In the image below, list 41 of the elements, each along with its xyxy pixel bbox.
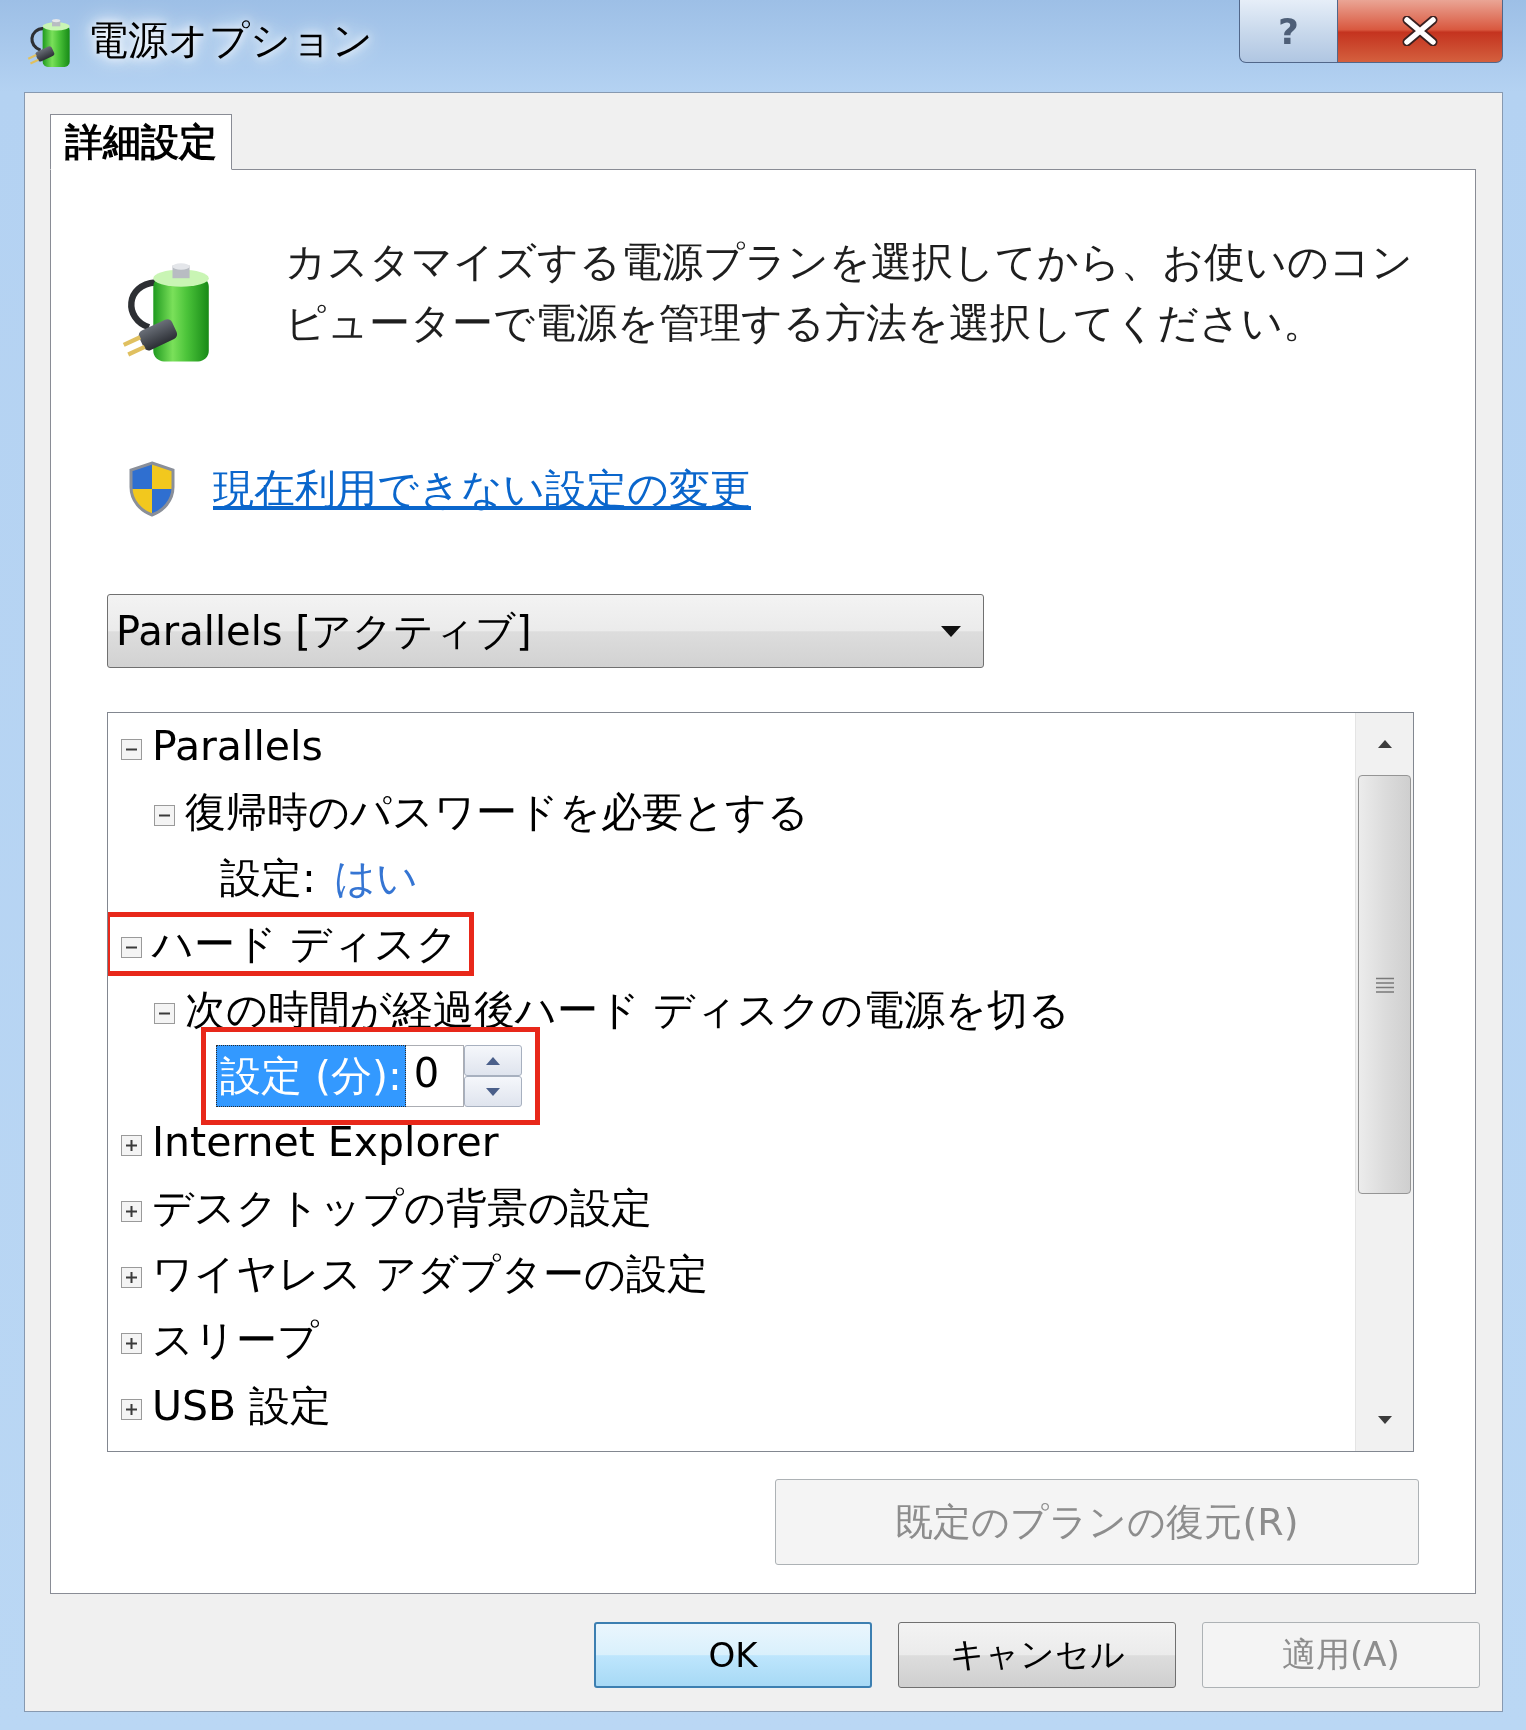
- help-button[interactable]: ?: [1239, 0, 1337, 63]
- up-arrow-icon: [485, 1056, 500, 1065]
- window-title: 電源オプション: [88, 16, 373, 65]
- tree-item[interactable]: Parallels: [152, 721, 323, 771]
- tab[interactable]: 詳細設定: [50, 114, 232, 170]
- spin-down-button[interactable]: [463, 1076, 522, 1107]
- collapse-icon[interactable]: [154, 804, 175, 826]
- change-settings-link[interactable]: 現在利用できない設定の変更: [213, 461, 751, 517]
- tree-item[interactable]: デスクトップの背景の設定: [152, 1183, 652, 1233]
- number-field[interactable]: 0: [405, 1045, 464, 1107]
- collapse-icon[interactable]: [154, 1002, 175, 1024]
- expand-icon[interactable]: [121, 1266, 142, 1288]
- tree-item[interactable]: スリープ: [152, 1315, 319, 1365]
- collapse-icon[interactable]: [121, 738, 142, 760]
- close-icon: [1402, 16, 1438, 46]
- expand-icon[interactable]: [121, 1398, 142, 1420]
- down-arrow-icon: [485, 1087, 500, 1096]
- grip-icon: [1375, 976, 1394, 993]
- spin-up-button[interactable]: [463, 1045, 522, 1076]
- expand-icon[interactable]: [121, 1134, 142, 1156]
- tree-item[interactable]: ハード ディスク: [152, 919, 459, 969]
- tree-item[interactable]: 復帰時のパスワードを必要とする: [185, 787, 809, 837]
- dialog-button[interactable]: キャンセル: [898, 1622, 1176, 1688]
- default-button[interactable]: OK: [594, 1622, 872, 1688]
- tree-item[interactable]: Internet Explorer: [152, 1117, 499, 1167]
- tree-item[interactable]: USB 設定: [152, 1381, 332, 1431]
- setting-value[interactable]: はい: [333, 850, 418, 906]
- expand-icon[interactable]: [121, 1332, 142, 1354]
- collapse-icon[interactable]: [121, 936, 142, 958]
- scrollbar-track[interactable]: [1355, 713, 1413, 1451]
- down-arrow-icon: [1377, 1416, 1392, 1424]
- caret-icon: [941, 625, 961, 637]
- up-arrow-icon: [1377, 740, 1392, 748]
- tree-item[interactable]: ワイヤレス アダプターの設定: [152, 1249, 709, 1299]
- description-text: カスタマイズする電源プランを選択してから、お使いのコンピューターで電源を管理する方法を選択してください。: [285, 237, 1414, 349]
- shield-icon: [127, 461, 177, 517]
- expand-icon[interactable]: [121, 1200, 142, 1222]
- scrollbar-thumb[interactable]: [1358, 775, 1411, 1194]
- plan-dropdown[interactable]: Parallels [アクティブ]: [107, 594, 984, 668]
- setting-label[interactable]: 設定:: [216, 847, 320, 909]
- close-button[interactable]: [1337, 0, 1503, 63]
